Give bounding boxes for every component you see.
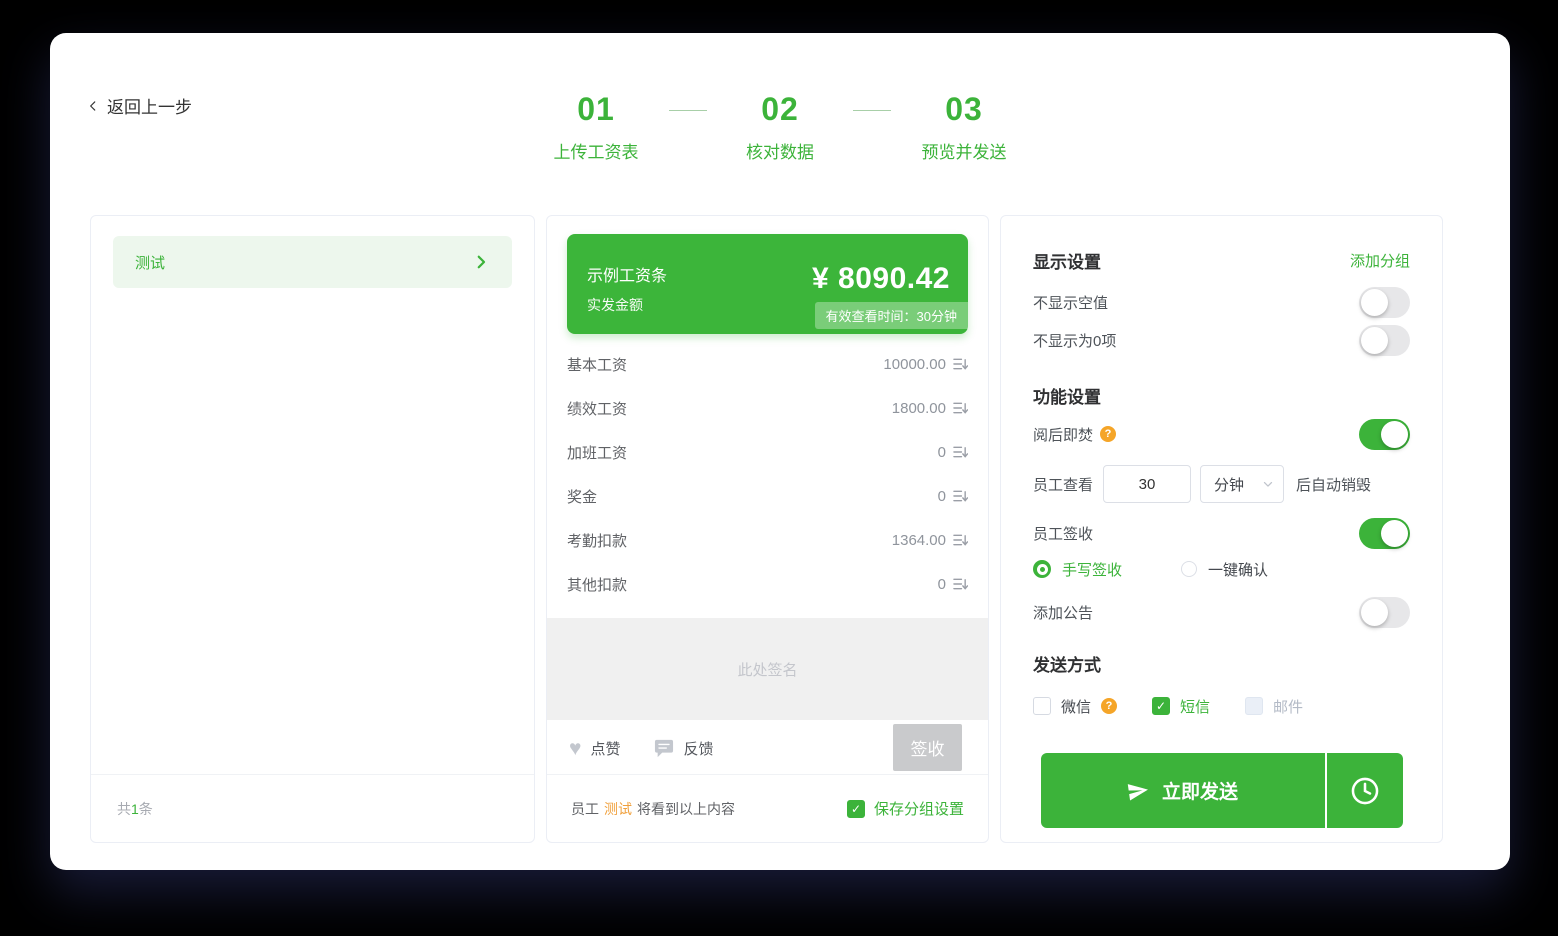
add-group-link[interactable]: 添加分组 bbox=[1350, 250, 1410, 271]
hide-empty-toggle[interactable] bbox=[1359, 287, 1410, 318]
section-title: 显示设置 bbox=[1033, 248, 1101, 273]
salary-row: 考勤扣款 1364.00 bbox=[567, 518, 968, 562]
view-duration-input[interactable] bbox=[1103, 465, 1191, 503]
hide-zero-toggle[interactable] bbox=[1359, 325, 1410, 356]
settings-panel: 显示设置 添加分组 不显示空值 不显示为0项 功能设置 阅后即焚 ? 员工查看 bbox=[1000, 215, 1443, 843]
sort-icon[interactable] bbox=[953, 577, 968, 591]
salary-row: 奖金 0 bbox=[567, 474, 968, 518]
send-now-button[interactable]: 立即发送 bbox=[1041, 753, 1325, 828]
sort-icon[interactable] bbox=[953, 357, 968, 371]
card-subtitle: 实发金额 bbox=[587, 295, 667, 315]
section-title: 发送方式 bbox=[1033, 651, 1101, 676]
comment-icon bbox=[654, 739, 674, 758]
valid-time-badge: 有效查看时间：30分钟 bbox=[815, 302, 968, 329]
sign-receive-button[interactable]: 签收 bbox=[893, 724, 962, 771]
like-button[interactable]: ♥ 点赞 bbox=[569, 738, 620, 759]
sort-icon[interactable] bbox=[953, 401, 968, 415]
employee-sign-row: 员工签收 bbox=[1033, 517, 1410, 549]
checkbox-icon: ✓ bbox=[1033, 697, 1051, 715]
hide-empty-row: 不显示空值 bbox=[1033, 286, 1410, 318]
step-connector bbox=[853, 110, 891, 111]
handwritten-sign-radio[interactable]: 手写签收 bbox=[1033, 559, 1122, 580]
count-prefix: 共 bbox=[117, 799, 131, 819]
count-value: 1 bbox=[131, 801, 139, 817]
employee-sign-toggle[interactable] bbox=[1359, 518, 1410, 549]
salary-row: 其他扣款 0 bbox=[567, 562, 968, 606]
employee-name: 测试 bbox=[604, 799, 632, 819]
checkbox-icon: ✓ bbox=[847, 800, 865, 818]
step-label: 核对数据 bbox=[715, 138, 845, 163]
step-verify: 02 核对数据 bbox=[715, 91, 845, 163]
section-title: 功能设置 bbox=[1033, 383, 1101, 408]
checkbox-icon: ✓ bbox=[1245, 697, 1263, 715]
send-method-row: ✓ 微信 ? ✓ 短信 ✓ 邮件 bbox=[1033, 690, 1410, 722]
save-group-settings-checkbox[interactable]: ✓ 保存分组设置 bbox=[847, 798, 964, 819]
salary-row: 加班工资 0 bbox=[567, 430, 968, 474]
send-method-header: 发送方式 bbox=[1033, 651, 1410, 675]
announcement-row: 添加公告 bbox=[1033, 596, 1410, 628]
one-click-confirm-radio[interactable]: 一键确认 bbox=[1181, 559, 1268, 580]
salary-summary-card: 示例工资条 实发金额 ¥ 8090.42 有效查看时间：30分钟 bbox=[567, 234, 968, 334]
main-content: 测试 共1条 示例工资条 实发金额 ¥ 8090.42 有效查看时间：30分钟 bbox=[90, 215, 1443, 843]
group-list-item[interactable]: 测试 bbox=[113, 236, 512, 288]
salary-send-window: 返回上一步 01 上传工资表 02 核对数据 03 预览并发送 测试 bbox=[50, 33, 1510, 870]
chevron-down-icon bbox=[1261, 477, 1275, 491]
help-icon[interactable]: ? bbox=[1100, 426, 1116, 442]
radio-icon bbox=[1033, 560, 1051, 578]
step-label: 预览并发送 bbox=[899, 138, 1029, 163]
paper-plane-icon bbox=[1126, 778, 1151, 803]
signature-placeholder: 此处签名 bbox=[737, 659, 797, 680]
sort-icon[interactable] bbox=[953, 489, 968, 503]
preview-footer: 员工 测试 将看到以上内容 ✓ 保存分组设置 bbox=[547, 774, 988, 842]
preview-panel: 示例工资条 实发金额 ¥ 8090.42 有效查看时间：30分钟 基本工资 10… bbox=[546, 215, 989, 843]
count-suffix: 条 bbox=[139, 799, 153, 819]
email-checkbox[interactable]: ✓ 邮件 bbox=[1245, 696, 1303, 717]
hide-zero-row: 不显示为0项 bbox=[1033, 324, 1410, 356]
step-number: 03 bbox=[899, 91, 1029, 128]
signature-area[interactable]: 此处签名 bbox=[547, 618, 988, 720]
wechat-checkbox[interactable]: ✓ 微信 ? bbox=[1033, 696, 1117, 717]
feature-settings-header: 功能设置 bbox=[1033, 383, 1410, 407]
sms-checkbox[interactable]: ✓ 短信 bbox=[1152, 696, 1210, 717]
view-duration-row: 员工查看 分钟 后自动销毁 bbox=[1033, 465, 1410, 503]
step-label: 上传工资表 bbox=[531, 138, 661, 163]
feedback-button[interactable]: 反馈 bbox=[654, 738, 713, 759]
clock-icon bbox=[1348, 774, 1382, 808]
salary-rows: 基本工资 10000.00 绩效工资 1800.00 加班工资 0 奖金 0 bbox=[547, 334, 988, 606]
burn-after-read-row: 阅后即焚 ? bbox=[1033, 418, 1410, 450]
steps-indicator: 01 上传工资表 02 核对数据 03 预览并发送 bbox=[50, 91, 1510, 163]
salary-row: 基本工资 10000.00 bbox=[567, 342, 968, 386]
groups-count: 共1条 bbox=[91, 774, 534, 842]
radio-icon bbox=[1181, 561, 1197, 577]
group-name: 测试 bbox=[135, 252, 165, 273]
step-connector bbox=[669, 110, 707, 111]
step-upload: 01 上传工资表 bbox=[531, 91, 661, 163]
sort-icon[interactable] bbox=[953, 445, 968, 459]
send-button-group: 立即发送 bbox=[1041, 753, 1403, 828]
burn-after-read-toggle[interactable] bbox=[1359, 419, 1410, 450]
checkbox-icon: ✓ bbox=[1152, 697, 1170, 715]
sign-mode-row: 手写签收 一键确认 bbox=[1033, 555, 1410, 583]
preview-action-bar: ♥ 点赞 反馈 签收 bbox=[547, 720, 988, 776]
duration-unit-select[interactable]: 分钟 bbox=[1200, 465, 1284, 503]
card-title: 示例工资条 bbox=[587, 262, 667, 286]
display-settings-header: 显示设置 添加分组 bbox=[1033, 248, 1410, 272]
schedule-send-button[interactable] bbox=[1327, 753, 1403, 828]
announcement-toggle[interactable] bbox=[1359, 597, 1410, 628]
chevron-right-icon bbox=[472, 253, 490, 271]
step-preview-send: 03 预览并发送 bbox=[899, 91, 1029, 163]
sort-icon[interactable] bbox=[953, 533, 968, 547]
step-number: 01 bbox=[531, 91, 661, 128]
groups-panel: 测试 共1条 bbox=[90, 215, 535, 843]
step-number: 02 bbox=[715, 91, 845, 128]
help-icon[interactable]: ? bbox=[1101, 698, 1117, 714]
net-amount: ¥ 8090.42 bbox=[812, 262, 950, 296]
salary-row: 绩效工资 1800.00 bbox=[567, 386, 968, 430]
heart-icon: ♥ bbox=[569, 738, 581, 759]
